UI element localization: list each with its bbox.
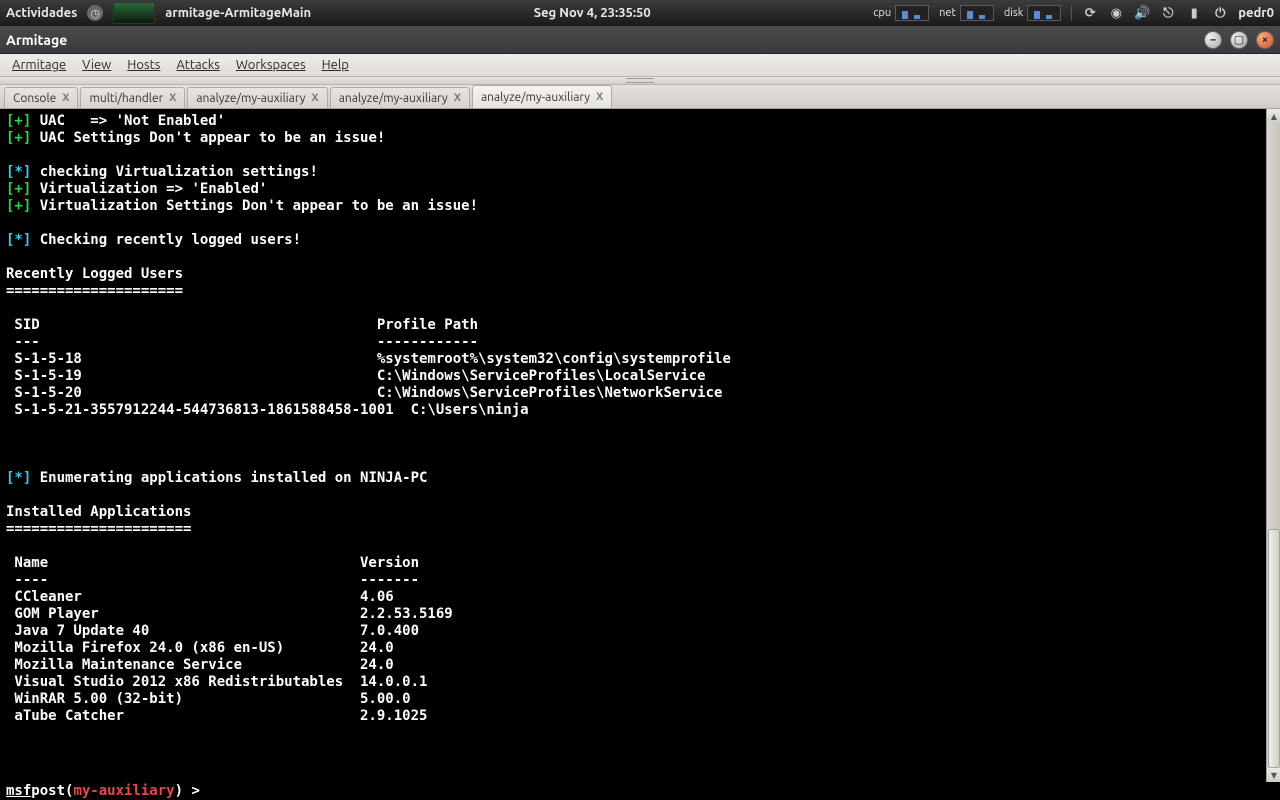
window-title: Armitage [6,32,67,48]
menu-view[interactable]: View [74,56,119,74]
volume-icon[interactable]: 🔊 [1134,5,1150,21]
tab-label: analyze/my-auxiliary [481,91,590,104]
console-output[interactable]: [+] UAC => 'Not Enabled'[+] UAC Settings… [0,109,1280,782]
menu-attacks[interactable]: Attacks [168,56,228,74]
user-menu[interactable]: pedr0 [1238,6,1274,20]
menu-workspaces[interactable]: Workspaces [228,56,314,74]
tab-auxiliary-2[interactable]: analyze/my-auxiliary X [330,87,470,108]
prompt-post-open: post( [31,783,73,799]
menu-help[interactable]: Help [314,56,357,74]
scroll-down-icon[interactable]: ▼ [1267,768,1280,782]
menu-hosts[interactable]: Hosts [119,56,168,74]
battery-icon[interactable]: ▮ [1186,5,1202,21]
menubar: Armitage View Hosts Attacks Workspaces H… [0,54,1280,77]
tab-label: Console [13,92,56,105]
tab-label: analyze/my-auxiliary [339,92,448,105]
tab-console[interactable]: Console X [4,87,78,108]
maximize-button[interactable]: ▢ [1230,31,1248,49]
power-icon[interactable]: ⏻ [1212,5,1228,21]
menu-armitage[interactable]: Armitage [4,56,74,74]
close-button[interactable]: × [1256,31,1274,49]
activities-button[interactable]: Actividades [6,6,77,20]
cpu-meter[interactable]: cpu [873,5,929,21]
prompt-post-close: ) > [175,783,200,799]
wifi-icon[interactable]: ⎋ [1160,5,1176,21]
tab-close-icon[interactable]: X [62,92,69,104]
prompt-module: my-auxiliary [73,783,174,799]
net-meter[interactable]: net [939,5,994,21]
tab-close-icon[interactable]: X [169,92,176,104]
updates-icon[interactable]: ⟳ [1082,5,1098,21]
tab-auxiliary-1[interactable]: analyze/my-auxiliary X [187,87,327,108]
disk-meter[interactable]: disk [1004,5,1061,21]
minimize-button[interactable]: – [1204,31,1222,49]
tab-close-icon[interactable]: X [454,92,461,104]
task-thumbnail[interactable] [113,2,155,24]
tab-auxiliary-3[interactable]: analyze/my-auxiliary X [472,85,612,108]
tab-multi-handler[interactable]: multi/handler X [80,87,185,108]
tabstrip: Console X multi/handler X analyze/my-aux… [0,85,1280,109]
window-titlebar[interactable]: Armitage – ▢ × [0,26,1280,54]
ubuntu-icon[interactable] [87,5,103,21]
tab-label: multi/handler [89,92,163,105]
scroll-up-icon[interactable]: ▲ [1267,109,1280,123]
console-prompt[interactable]: msf post(my-auxiliary) > [0,782,1266,800]
tab-close-icon[interactable]: X [311,92,318,104]
task-title[interactable]: armitage-ArmitageMain [165,6,311,20]
tab-close-icon[interactable]: X [596,91,603,103]
prompt-msf: msf [6,783,31,799]
accessibility-icon[interactable]: ◉ [1108,5,1124,21]
split-sash[interactable] [0,77,1280,85]
gnome-topbar: Actividades armitage-ArmitageMain Seg No… [0,0,1280,26]
scrollbar-thumb[interactable] [1268,529,1280,768]
topbar-clock[interactable]: Seg Nov 4, 23:35:50 [321,6,863,20]
tab-label: analyze/my-auxiliary [196,92,305,105]
scrollbar[interactable]: ▲ ▼ [1266,109,1280,782]
